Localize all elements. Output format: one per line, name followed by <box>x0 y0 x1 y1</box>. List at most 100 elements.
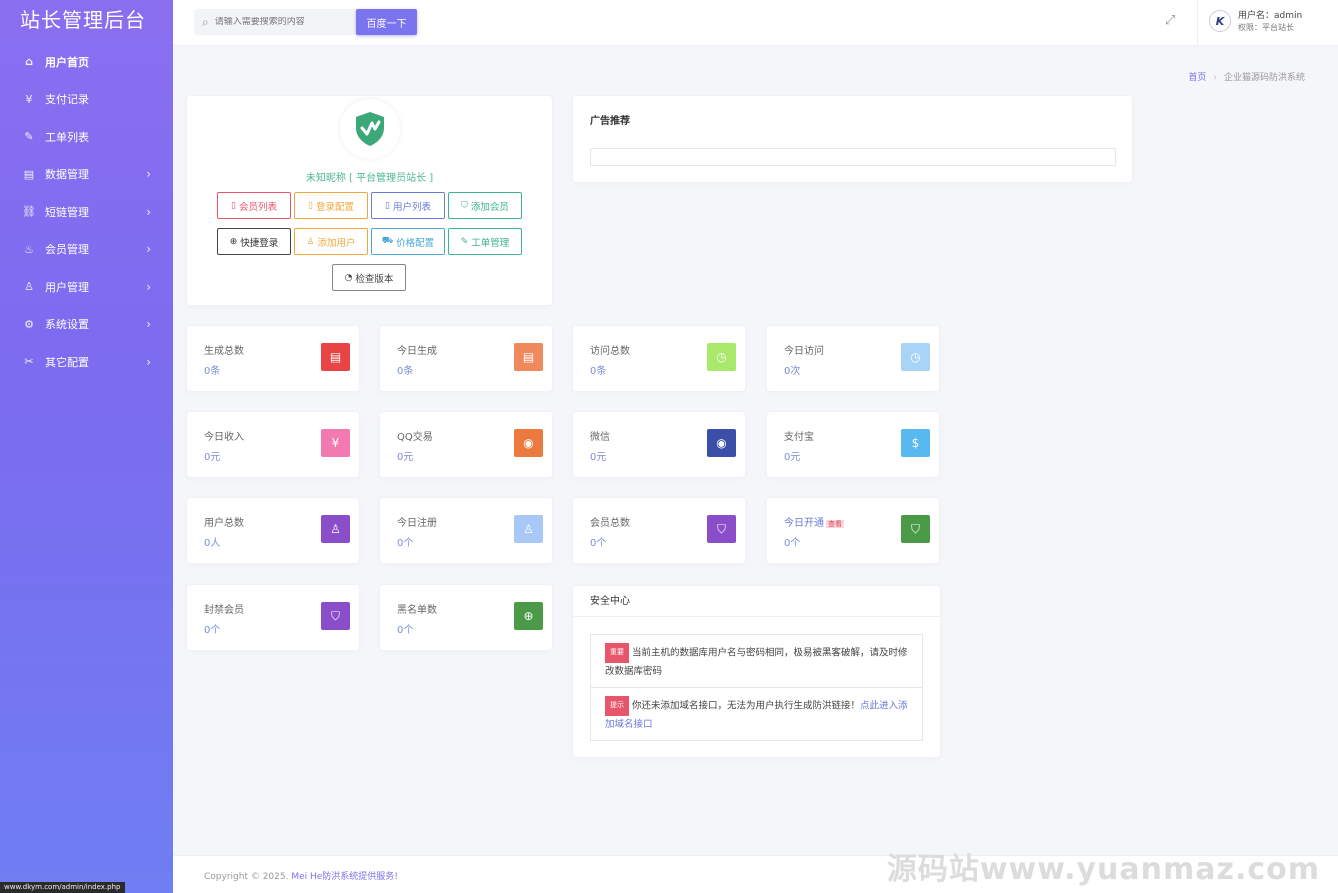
view-tag[interactable]: 查看 <box>826 520 844 528</box>
stat-label: 生成总数 <box>204 342 244 357</box>
stat-card: 会员总数 0个 ⛉ <box>573 498 745 563</box>
sidebar-item-label: 工单列表 <box>45 130 89 144</box>
sidebar-item[interactable]: ✂ 其它配置 › <box>0 343 173 381</box>
sidebar: 站长管理后台 ⌂ 用户首页 ¥ 支付记录 ✎ 工单列表 ▤ 数据管理 › ⛓ 短链管理 › ♨ 会员管理 ›… <box>0 0 173 893</box>
alert-text: 你还未添加域名接口，无法为用户执行生成防洪链接！ <box>632 700 861 712</box>
stat-label-text: QQ交易 <box>397 432 433 443</box>
stat-label-text: 微信 <box>590 432 610 443</box>
gear-icon: ⚙ <box>24 317 34 331</box>
yen-icon: ¥ <box>321 429 350 457</box>
stat-label: 今日生成 <box>397 342 437 357</box>
stat-value: 0条 <box>590 366 607 377</box>
stat-value: 0元 <box>204 452 221 463</box>
stat-value: 0个 <box>397 538 414 549</box>
globe-icon: ⊕ <box>514 602 543 630</box>
tools-icon: ✂ <box>24 355 34 369</box>
sidebar-item[interactable]: ▤ 数据管理 › <box>0 156 173 194</box>
ad-title: 广告推荐 <box>590 116 630 127</box>
quick-action-button[interactable]: ▯ 会员列表 <box>217 192 291 219</box>
copyright-link[interactable]: Mei He防洪系统提供服务! <box>291 872 398 882</box>
sidebar-nav: ⌂ 用户首页 ¥ 支付记录 ✎ 工单列表 ▤ 数据管理 › ⛓ 短链管理 › ♨ 会员管理 › ♙ 用户管理 › ⚙… <box>0 43 173 381</box>
sidebar-item-label: 用户首页 <box>45 55 89 69</box>
ad-content-box <box>590 148 1116 166</box>
sidebar-item-label: 短链管理 <box>45 205 89 219</box>
fullscreen-icon[interactable]: ⤢ <box>1165 13 1175 28</box>
quick-action-button[interactable]: ♙ 添加用户 <box>294 228 368 255</box>
stat-value: 0条 <box>397 366 414 377</box>
sidebar-item[interactable]: ⌂ 用户首页 <box>0 43 173 81</box>
security-card: 安全中心 重要 当前主机的数据库用户名与密码相同，极易被黑客破解，请及时修改数据库… <box>573 586 940 757</box>
button-icon: ✎ <box>460 236 469 247</box>
copyright: Copyright © 2025. Mei He防洪系统提供服务! <box>204 869 398 882</box>
sidebar-item[interactable]: ⚙ 系统设置 › <box>0 306 173 344</box>
button-label: 快捷登录 <box>240 237 279 249</box>
button-label: 价格配置 <box>396 237 435 249</box>
user-icon: ♙ <box>321 515 350 543</box>
stat-card: 今日收入 0元 ¥ <box>187 412 359 477</box>
breadcrumb: 首页 › 企业猫源码防洪系统 <box>1188 70 1305 83</box>
sidebar-item[interactable]: ¥ 支付记录 <box>0 81 173 119</box>
breadcrumb-home[interactable]: 首页 <box>1188 73 1206 83</box>
stat-card: 微信 0元 ◉ <box>573 412 745 477</box>
button-label: 会员列表 <box>238 201 277 213</box>
sidebar-item-label: 支付记录 <box>45 93 89 107</box>
document-icon: ▤ <box>321 343 350 371</box>
user-icon: ♙ <box>514 515 543 543</box>
breadcrumb-current: 企业猫源码防洪系统 <box>1223 73 1305 83</box>
stat-card: 今日开通 查看 0个 ⛉ <box>767 498 939 563</box>
clock-icon: ◷ <box>707 343 736 371</box>
topbar: ⌕ 百度一下 ⤢ K 用户名：admin 权限：平台站长 <box>173 0 1338 46</box>
stat-label: 今日开通 查看 <box>784 514 844 529</box>
stat-value: 0个 <box>784 538 801 549</box>
security-alert: 重要 当前主机的数据库用户名与密码相同，极易被黑客破解，请及时修改数据库密码 <box>590 634 923 688</box>
sidebar-item[interactable]: ⛓ 短链管理 › <box>0 193 173 231</box>
stat-label: 会员总数 <box>590 514 630 529</box>
shield-icon: ⛉ <box>901 515 930 543</box>
document-icon: ▤ <box>514 343 543 371</box>
button-icon: ▯ <box>231 200 236 211</box>
yen-icon: ¥ <box>25 92 33 106</box>
quick-action-button[interactable]: ✎ 工单管理 <box>448 228 522 255</box>
stat-value: 0个 <box>590 538 607 549</box>
search-input[interactable] <box>214 17 345 27</box>
quick-action-button[interactable]: ▯ 用户列表 <box>371 192 445 219</box>
sidebar-item[interactable]: ✎ 工单列表 <box>0 118 173 156</box>
button-label: 用户列表 <box>392 201 431 213</box>
button-icon: ⛉ <box>461 200 468 211</box>
stat-card: 访问总数 0条 ◷ <box>573 326 745 391</box>
check-version-button[interactable]: ◔ 检查版本 <box>332 264 406 291</box>
stat-label-text: 访问总数 <box>590 346 630 357</box>
stat-card: 黑名单数 0个 ⊕ <box>380 585 552 650</box>
stat-card: 支付宝 0元 $ <box>767 412 939 477</box>
search-button[interactable]: 百度一下 <box>356 9 417 35</box>
stat-card: 今日访问 0次 ◷ <box>767 326 939 391</box>
stat-label: 封禁会员 <box>204 601 244 616</box>
sidebar-item-label: 数据管理 <box>45 168 89 182</box>
stat-label-text: 用户总数 <box>204 518 244 529</box>
quick-action-button[interactable]: ⛟ 价格配置 <box>371 228 445 255</box>
stat-card: 封禁会员 0个 ⛉ <box>187 585 359 650</box>
sidebar-item[interactable]: ♨ 会员管理 › <box>0 231 173 269</box>
stat-card: 今日注册 0个 ♙ <box>380 498 552 563</box>
button-icon: ▯ <box>385 200 390 211</box>
quick-action-button[interactable]: ⊕ 快捷登录 <box>217 228 291 255</box>
sidebar-item[interactable]: ♙ 用户管理 › <box>0 268 173 306</box>
button-label: 登录配置 <box>315 201 354 213</box>
shield-icon: ⛉ <box>321 602 350 630</box>
stat-label-text: 生成总数 <box>204 346 244 357</box>
stat-label: 今日收入 <box>204 428 244 443</box>
chevron-right-icon: › <box>146 354 151 369</box>
avatar[interactable]: K <box>1209 10 1231 32</box>
quick-action-button[interactable]: ⛉ 添加会员 <box>448 192 522 219</box>
chevron-right-icon: › <box>146 204 151 219</box>
button-icon: ⊕ <box>229 236 238 247</box>
breadcrumb-separator: › <box>1213 73 1217 83</box>
stat-label-text: 今日访问 <box>784 346 824 357</box>
stat-label: 访问总数 <box>590 342 630 357</box>
stat-value: 0元 <box>590 452 607 463</box>
chevron-right-icon: › <box>146 242 151 257</box>
quick-action-button[interactable]: ▯ 登录配置 <box>294 192 368 219</box>
user-info[interactable]: 用户名：admin 权限：平台站长 <box>1238 10 1302 34</box>
stat-label: 今日注册 <box>397 514 437 529</box>
stat-label-text: 今日生成 <box>397 346 437 357</box>
